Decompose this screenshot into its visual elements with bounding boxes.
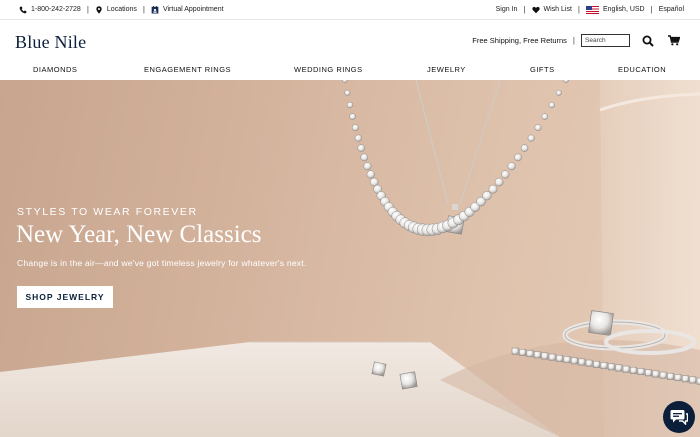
video-calendar-icon — [151, 5, 159, 14]
divider: | — [577, 5, 580, 14]
brand-logo[interactable]: Blue Nile — [15, 32, 86, 53]
locations-label: Locations — [106, 6, 137, 13]
search-icon[interactable] — [642, 35, 654, 47]
phone-icon — [19, 6, 27, 13]
sign-in-link[interactable]: Sign In — [496, 6, 518, 13]
nav-education[interactable]: EDUCATION — [618, 65, 666, 74]
heart-icon — [531, 6, 540, 13]
divider: | — [650, 5, 653, 14]
location-pin-icon — [96, 5, 102, 14]
locale-selector[interactable]: English, USD — [585, 5, 645, 14]
utility-right: Sign In | Wish List | English, USD | Esp… — [496, 5, 684, 14]
nav-diamonds[interactable]: DIAMONDS — [33, 65, 77, 74]
nav-gifts[interactable]: GIFTS — [530, 65, 555, 74]
nav-engagement-rings[interactable]: ENGAGEMENT RINGS — [144, 65, 231, 74]
us-flag-icon — [585, 5, 599, 14]
site-header: Blue Nile Free Shipping, Free Returns | — [0, 20, 700, 62]
hero-subtext: Change is in the air—and we've got timel… — [17, 258, 307, 268]
utility-bar: 1-800-242-2728 | Locations | Virtual App… — [0, 0, 700, 20]
divider: | — [142, 5, 145, 14]
hero-eyebrow: STYLES TO WEAR FOREVER — [17, 206, 198, 218]
nav-wedding-rings[interactable]: WEDDING RINGS — [294, 65, 363, 74]
divider: | — [86, 5, 89, 14]
locations-link[interactable]: Locations — [95, 5, 137, 14]
virtual-appointment-link[interactable]: Virtual Appointment — [151, 5, 224, 14]
shop-jewelry-button[interactable]: SHOP JEWELRY — [17, 286, 113, 308]
nav-jewelry[interactable]: JEWELRY — [427, 65, 466, 74]
hero-banner: STYLES TO WEAR FOREVER New Year, New Cla… — [0, 80, 700, 437]
search-input[interactable] — [581, 34, 630, 47]
espanol-link[interactable]: Español — [659, 6, 684, 13]
chat-button[interactable] — [663, 401, 695, 433]
divider: | — [572, 36, 575, 45]
shipping-promo[interactable]: Free Shipping, Free Returns — [472, 36, 567, 45]
virtual-appointment-label: Virtual Appointment — [162, 6, 224, 13]
wish-list-label: Wish List — [543, 6, 572, 13]
header-tools: Free Shipping, Free Returns | — [472, 34, 680, 47]
divider: | — [523, 5, 526, 14]
wish-list-link[interactable]: Wish List — [531, 6, 572, 14]
phone-link[interactable]: 1-800-242-2728 — [19, 6, 81, 14]
chat-icon — [670, 410, 688, 425]
main-nav: DIAMONDS ENGAGEMENT RINGS WEDDING RINGS … — [0, 62, 700, 80]
utility-left: 1-800-242-2728 | Locations | Virtual App… — [19, 5, 224, 14]
cart-icon[interactable] — [668, 35, 680, 46]
phone-number: 1-800-242-2728 — [31, 6, 81, 13]
locale-label: English, USD — [602, 6, 645, 13]
hero-headline: New Year, New Classics — [16, 221, 262, 248]
